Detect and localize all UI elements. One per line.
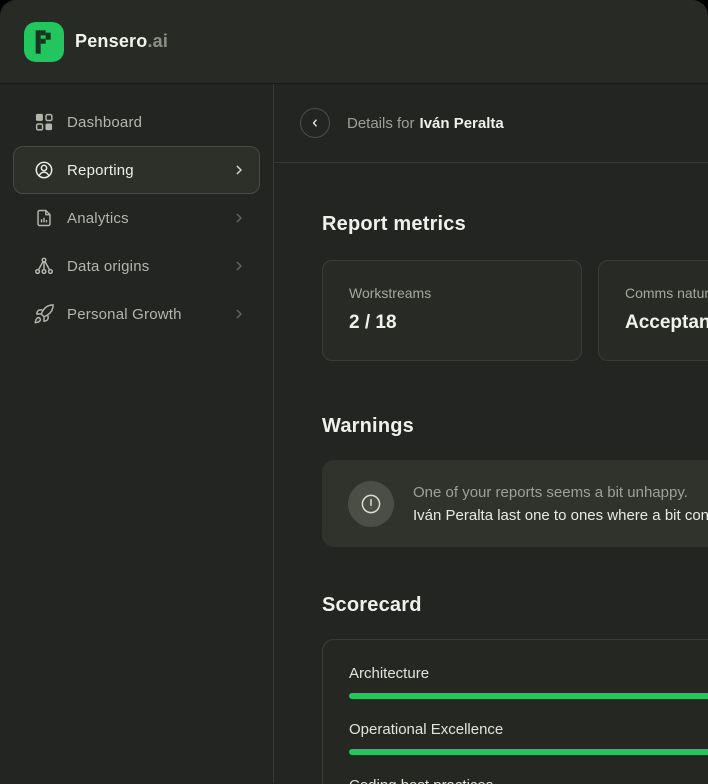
warning-message-detail: Iván Peralta last one to ones where a bi… — [413, 504, 708, 527]
alert-icon-badge — [348, 481, 394, 527]
brand-title: Pensero.ai — [75, 31, 168, 52]
sidebar-item-data-origins[interactable]: Data origins — [13, 242, 260, 290]
report-metrics-heading: Report metrics — [322, 210, 708, 238]
metric-card-workstreams: Workstreams 2 / 18 — [322, 260, 582, 361]
scorecard-card: Architecture Operational Excellence Codi… — [322, 639, 708, 784]
detail-topbar: Details for Iván Peralta — [274, 84, 708, 163]
analytics-icon — [33, 207, 55, 229]
warning-message-title: One of your reports seems a bit unhappy. — [413, 481, 708, 504]
detail-content: Report metrics Workstreams 2 / 18 Comms … — [274, 163, 708, 784]
sidebar-item-label: Dashboard — [67, 114, 247, 131]
back-button[interactable] — [300, 108, 330, 138]
chevron-left-icon — [308, 116, 322, 130]
pensero-logo-icon — [24, 22, 64, 62]
main-panel: Details for Iván Peralta Report metrics W… — [274, 84, 708, 783]
score-row-architecture: Architecture — [349, 664, 708, 699]
score-label: Coding best practices — [349, 776, 708, 784]
warning-message: One of your reports seems a bit unhappy.… — [413, 481, 708, 527]
warnings-heading: Warnings — [322, 412, 708, 440]
score-row-coding-best-practices: Coding best practices — [349, 776, 708, 784]
app-header: Pensero.ai — [0, 0, 708, 84]
brand-name: Pensero — [75, 31, 147, 51]
page-title-prefix: Details for — [347, 115, 415, 132]
metric-label: Workstreams — [349, 284, 555, 302]
rocket-icon — [33, 303, 55, 325]
metric-cards-row: Workstreams 2 / 18 Comms nature Acceptan… — [322, 260, 708, 361]
sidebar-item-label: Personal Growth — [67, 306, 219, 323]
score-bar — [349, 749, 708, 755]
sidebar-item-dashboard[interactable]: Dashboard — [13, 98, 260, 146]
score-track — [349, 749, 708, 755]
sidebar-item-label: Analytics — [67, 210, 219, 227]
sidebar-item-personal-growth[interactable]: Personal Growth — [13, 290, 260, 338]
score-track — [349, 693, 708, 699]
sidebar: Dashboard Reporting — [0, 84, 274, 783]
user-icon — [33, 159, 55, 181]
metric-card-comms-nature: Comms nature Acceptance — [598, 260, 708, 361]
person-name: Iván Peralta — [420, 115, 504, 132]
metric-label: Comms nature — [625, 284, 708, 302]
chevron-right-icon — [231, 258, 247, 274]
metric-value: 2 / 18 — [349, 312, 555, 334]
brand-suffix: .ai — [147, 31, 168, 51]
sidebar-item-label: Reporting — [67, 162, 219, 179]
warning-card: One of your reports seems a bit unhappy.… — [322, 460, 708, 547]
score-label: Architecture — [349, 664, 708, 684]
chevron-right-icon — [231, 306, 247, 322]
app-body: Dashboard Reporting — [0, 84, 708, 783]
page-title: Details for Iván Peralta — [347, 115, 504, 132]
scorecard-heading: Scorecard — [322, 591, 708, 619]
sidebar-item-label: Data origins — [67, 258, 219, 275]
app-window: Pensero.ai Dashboard — [0, 0, 708, 784]
chevron-right-icon — [231, 162, 247, 178]
score-label: Operational Excellence — [349, 720, 708, 740]
metric-value: Acceptance — [625, 312, 708, 334]
score-bar — [349, 693, 708, 699]
sidebar-item-reporting[interactable]: Reporting — [13, 146, 260, 194]
score-row-operational-excellence: Operational Excellence — [349, 720, 708, 755]
sidebar-item-analytics[interactable]: Analytics — [13, 194, 260, 242]
chevron-right-icon — [231, 210, 247, 226]
alert-circle-icon — [359, 492, 383, 516]
data-origins-icon — [33, 255, 55, 277]
dashboard-icon — [33, 111, 55, 133]
